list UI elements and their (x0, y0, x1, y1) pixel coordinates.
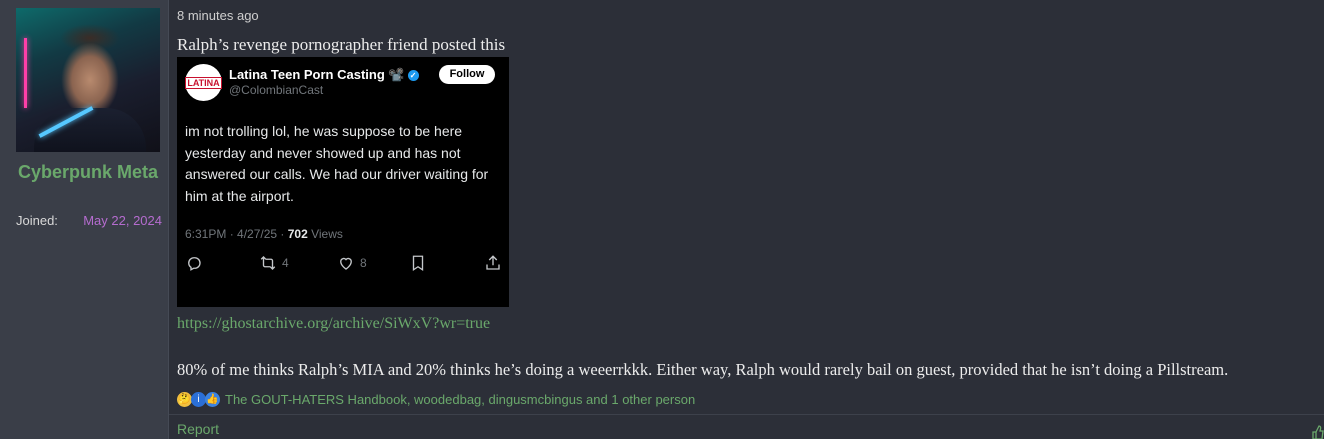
tweet-account-name: Latina Teen Porn Casting 📽️ ✓ (229, 67, 419, 83)
tweet-text: im not trolling lol, he was suppose to b… (185, 123, 489, 204)
follow-button: Follow (439, 65, 495, 84)
share-icon (484, 254, 502, 272)
tweet-meta: 6:31PM · 4/27/25 · 702 Views (185, 227, 343, 241)
reaction-users[interactable]: The GOUT-HATERS Handbook, woodedbag, din… (225, 392, 695, 407)
retweet-count: 4 (282, 256, 289, 270)
avatar-decoration (24, 38, 27, 108)
tweet-handle: @ColombianCast (229, 83, 324, 97)
bookmark-icon (409, 254, 427, 272)
embedded-tweet-image[interactable]: LATINA Latina Teen Porn Casting 📽️ ✓ @Col… (177, 57, 509, 307)
tweet-views-count: 702 (287, 227, 308, 241)
joined-date: May 22, 2024 (83, 213, 162, 228)
tweet-account-logo: LATINA (185, 64, 222, 101)
avatar[interactable] (16, 8, 160, 152)
archive-link[interactable]: https://ghostarchive.org/archive/SiWxV?w… (177, 315, 490, 333)
joined-label: Joined: (16, 213, 58, 228)
reply-icon (185, 254, 203, 272)
post-content: 8 minutes ago Ralph’s revenge pornograph… (169, 0, 1324, 439)
post-timestamp[interactable]: 8 minutes ago (177, 8, 259, 23)
heart-icon: 8 (337, 254, 367, 272)
divider (169, 414, 1324, 415)
joined-info: Joined: May 22, 2024 (16, 213, 162, 228)
user-sidebar: Cyberpunk Meta Joined: May 22, 2024 (0, 0, 169, 439)
report-link[interactable]: Report (177, 421, 219, 437)
thinking-reaction-icon: 🤔 (177, 391, 192, 407)
username[interactable]: Cyberpunk Meta (16, 160, 160, 185)
tweet-actions: 4 8 (185, 254, 503, 272)
like-button-icon[interactable] (1312, 423, 1324, 439)
like-count: 8 (360, 256, 367, 270)
verified-badge-icon: ✓ (407, 70, 419, 81)
post-body-text: 80% of me thinks Ralph’s MIA and 20% thi… (177, 360, 1229, 379)
post-intro-text: Ralph’s revenge pornographer friend post… (177, 35, 506, 54)
reactions-bar[interactable]: 🤔 i 👍 The GOUT-HATERS Handbook, woodedba… (177, 390, 695, 408)
like-reaction-icon: 👍 (205, 391, 220, 407)
retweet-icon: 4 (259, 254, 289, 272)
informative-reaction-icon: i (191, 391, 206, 407)
